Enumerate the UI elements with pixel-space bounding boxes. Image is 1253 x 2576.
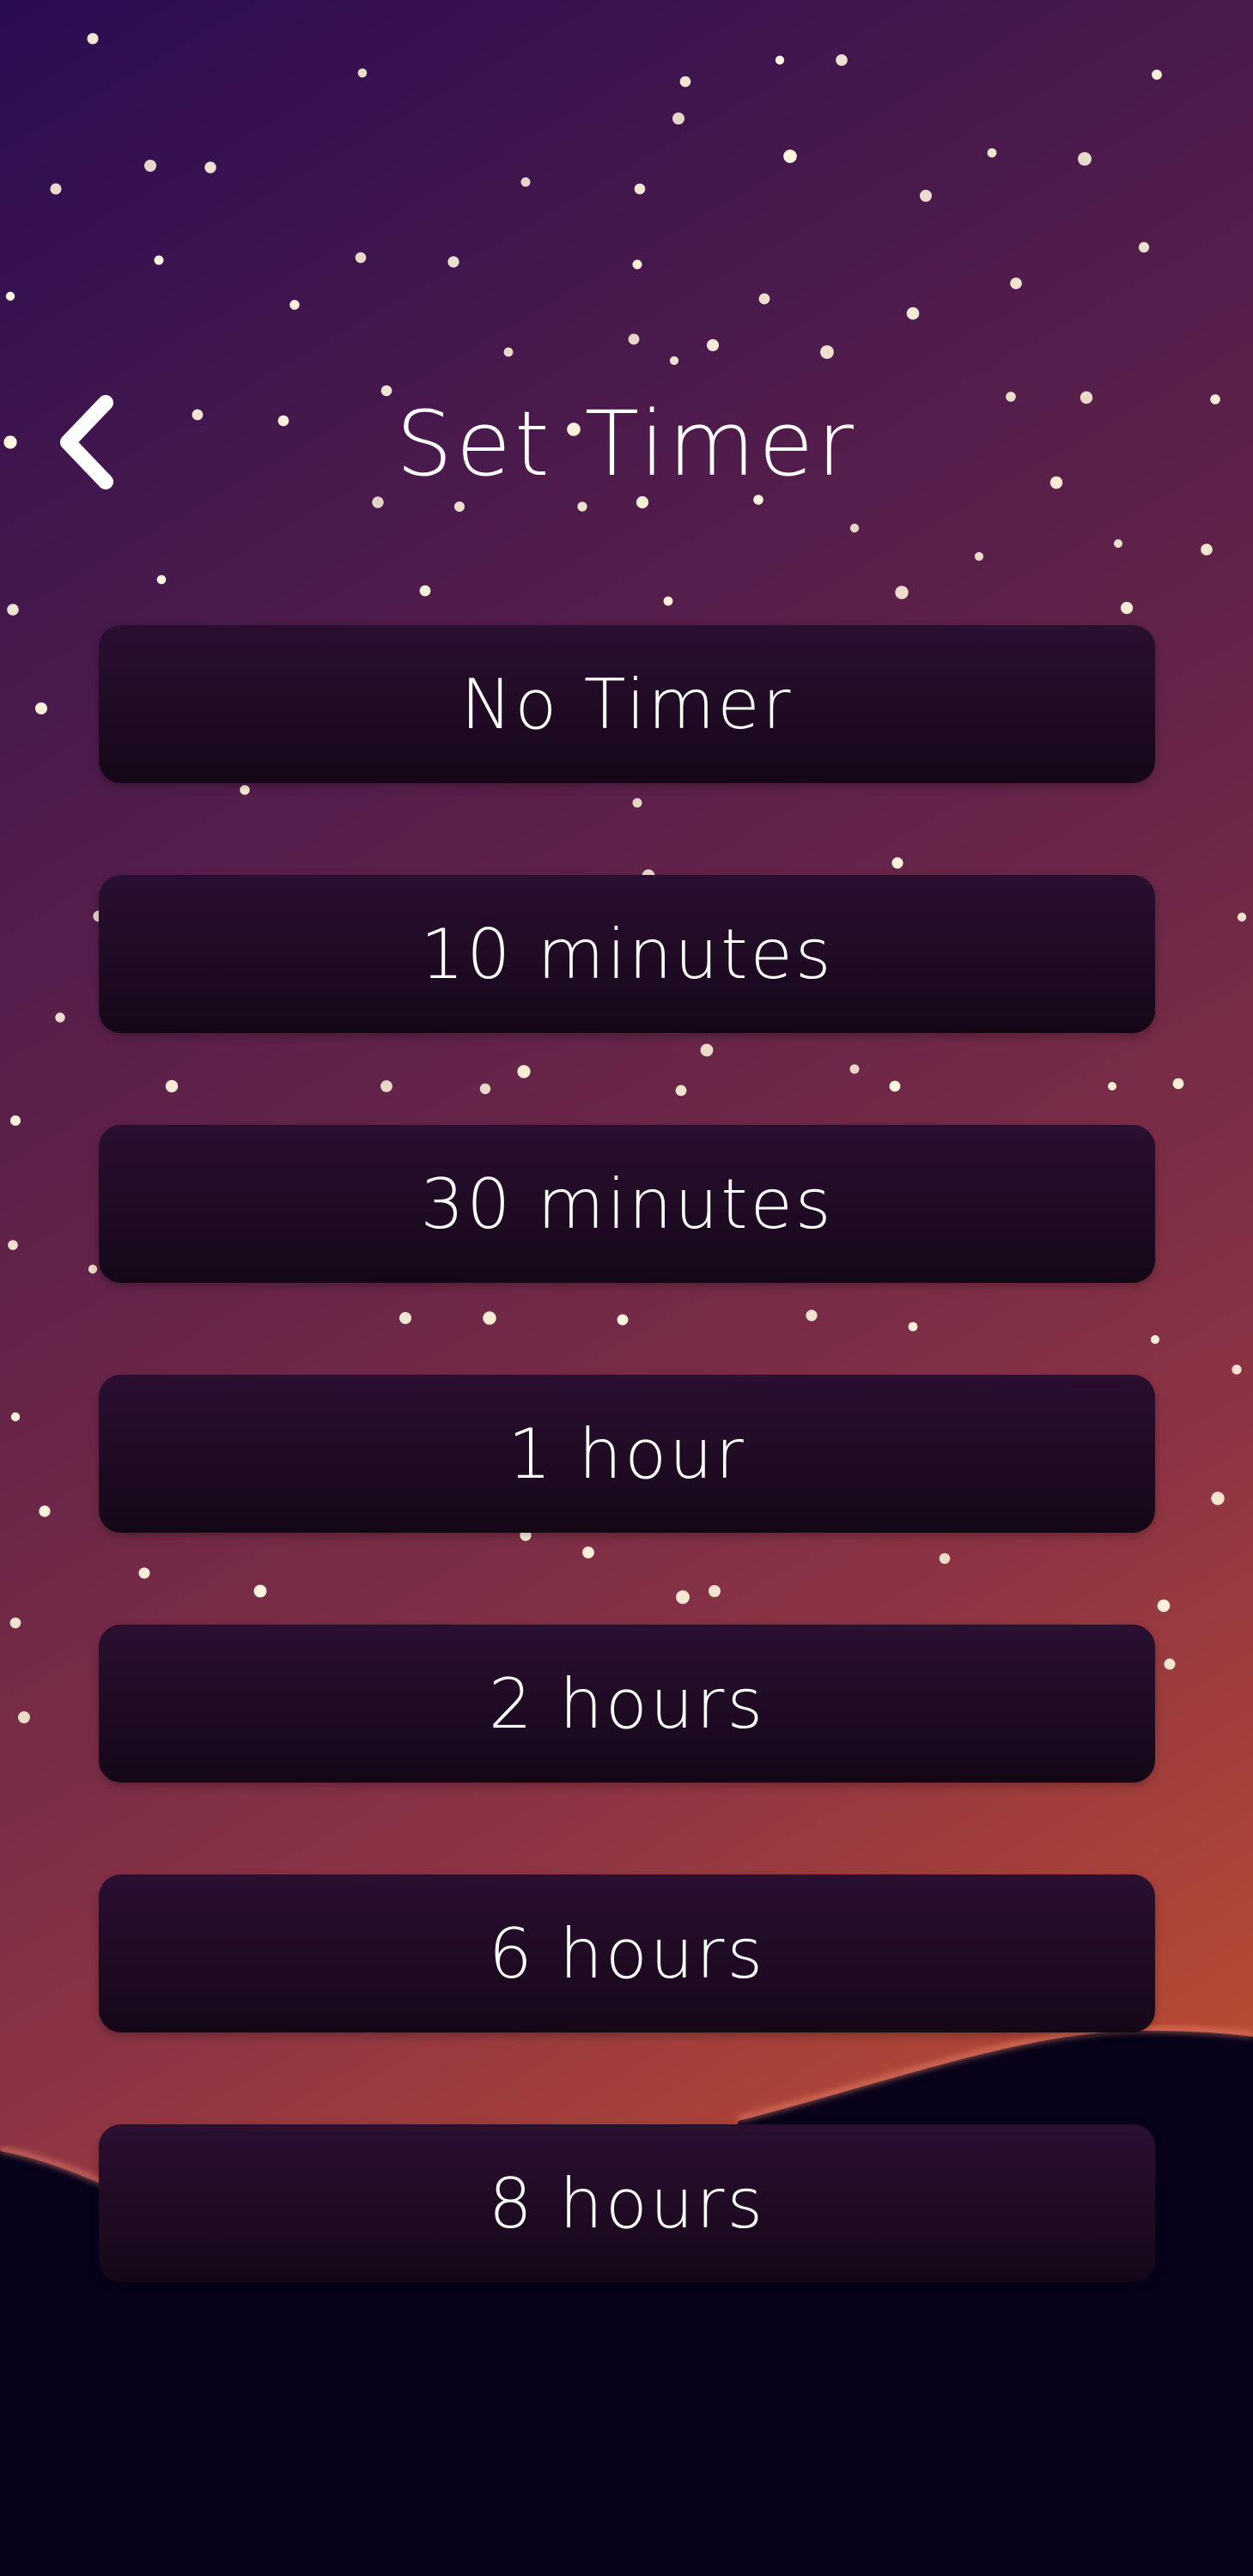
- timer-option-no-timer[interactable]: No Timer: [99, 625, 1155, 783]
- timer-option-1-hour[interactable]: 1 hour: [99, 1375, 1155, 1533]
- timer-option-8-hours[interactable]: 8 hours: [99, 2124, 1155, 2282]
- timer-option-label: 30 minutes: [420, 1163, 834, 1244]
- timer-option-10-minutes[interactable]: 10 minutes: [99, 875, 1155, 1033]
- timer-option-label: 8 hours: [488, 2163, 766, 2244]
- timer-option-6-hours[interactable]: 6 hours: [99, 1874, 1155, 2032]
- timer-option-label: No Timer: [460, 664, 794, 744]
- timer-screen: Set Timer No Timer 10 minutes 30 minutes…: [0, 0, 1253, 2576]
- timer-option-2-hours[interactable]: 2 hours: [99, 1625, 1155, 1783]
- timer-option-label: 10 minutes: [420, 914, 834, 994]
- page-title: Set Timer: [395, 392, 858, 496]
- timer-options-list: No Timer 10 minutes 30 minutes 1 hour 2 …: [99, 625, 1155, 2374]
- timer-option-30-minutes[interactable]: 30 minutes: [99, 1125, 1155, 1283]
- timer-option-label: 1 hour: [508, 1413, 746, 1494]
- timer-option-label: 2 hours: [488, 1663, 766, 1744]
- header: Set Timer: [0, 361, 1253, 532]
- timer-option-label: 6 hours: [488, 1913, 766, 1994]
